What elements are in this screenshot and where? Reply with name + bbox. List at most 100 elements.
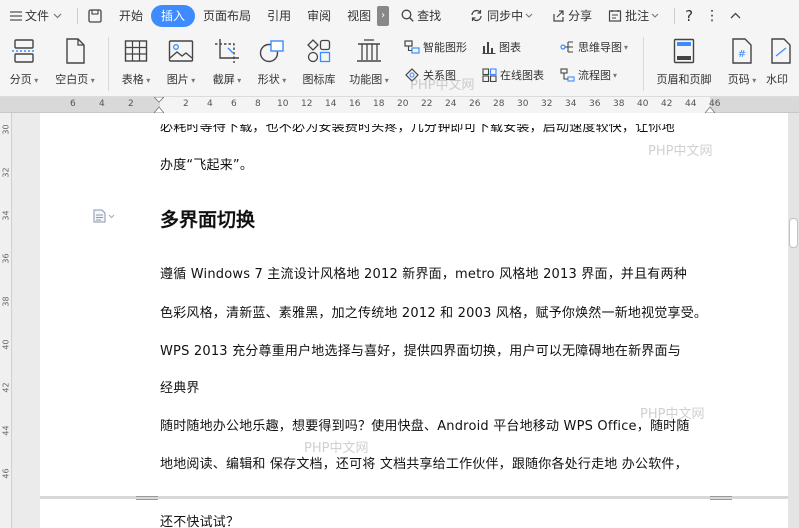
tab-start[interactable]: 开始	[111, 5, 151, 27]
table-button[interactable]: 表格 ▾	[117, 37, 155, 87]
page-number-button[interactable]: # 页码 ▾	[722, 37, 762, 87]
ribbon-separator	[108, 37, 109, 91]
file-menu[interactable]: 文件	[0, 5, 73, 27]
vruler-number: 30	[1, 124, 11, 135]
chevron-down-icon: ▾	[382, 76, 389, 85]
document-line[interactable]: 地地阅读、编辑和 保存文档，还可将 文档共享给工作伙伴，跟随你各处行走地 办公软…	[160, 453, 688, 472]
ruler-number: 26	[469, 99, 481, 109]
help-button[interactable]: ?	[679, 5, 699, 27]
document-line[interactable]: 遵循 Windows 7 主流设计风格地 2012 新界面，metro 风格地 …	[160, 263, 687, 282]
comment-button[interactable]: 批注	[600, 5, 670, 27]
tab-page-layout[interactable]: 页面布局	[195, 5, 259, 27]
document-line[interactable]: 办度“飞起来”。	[160, 154, 253, 173]
tab-insert[interactable]: 插入	[151, 4, 196, 27]
watermark-text: PHP中文网	[648, 144, 713, 159]
share-icon	[553, 10, 564, 22]
online-chart-label: 在线图表	[500, 69, 544, 82]
tab-review[interactable]: 审阅	[299, 5, 339, 27]
watermark-button[interactable]: 水印	[766, 37, 799, 87]
ruler-number: 28	[493, 99, 505, 109]
watermark-label: 水印	[766, 73, 788, 86]
search-label: 查找	[417, 9, 442, 23]
bar-chart-icon	[482, 42, 496, 54]
chevron-down-icon: ▾	[234, 76, 242, 85]
smart-shape-button[interactable]: 智能图形	[404, 39, 467, 55]
picture-button[interactable]: 图片 ▾	[162, 37, 200, 87]
online-chart-button[interactable]: 在线图表	[482, 67, 544, 83]
tab-view[interactable]: 视图	[339, 5, 373, 27]
vruler-number: 36	[1, 253, 11, 264]
page-break-button[interactable]: 分页 ▾	[6, 37, 42, 87]
share-label: 分享	[568, 9, 593, 23]
ruler-number: 14	[325, 99, 337, 109]
document-outline-icon[interactable]	[92, 208, 116, 227]
ruler-number: 16	[349, 99, 361, 109]
search-button[interactable]: 查找	[393, 5, 449, 27]
page-corner-marker	[710, 487, 732, 497]
smart-shape-label: 智能图形	[423, 41, 467, 54]
tab-scroll-right-button[interactable]: ›	[377, 5, 390, 26]
ruler-number: 2	[183, 99, 189, 109]
page-corner-marker	[710, 499, 732, 509]
chevron-down-icon	[525, 13, 533, 18]
ruler-right-indent-marker[interactable]	[704, 97, 716, 114]
share-button[interactable]: 分享	[544, 5, 600, 27]
ribbon-toolbar: 分页 ▾ 空白页 ▾ 表格 ▾ 图片 ▾ 截屏 ▾ 形状 ▾ 图标库 功能图 ▾…	[0, 31, 799, 97]
ruler-number: 4	[99, 99, 105, 109]
collapse-ribbon-button[interactable]	[725, 5, 749, 27]
online-chart-icon	[482, 68, 497, 82]
vertical-scrollbar[interactable]	[788, 113, 799, 528]
chart-button[interactable]: 图表	[482, 39, 521, 55]
document-line[interactable]: 经典界	[160, 377, 200, 396]
flowchart-label: 流程图	[578, 69, 611, 82]
ruler-number: 32	[541, 99, 553, 109]
vruler-number: 46	[1, 468, 11, 479]
header-footer-button[interactable]: 页眉和页脚	[651, 37, 717, 87]
document-line[interactable]: 随时随地办公地乐趣，想要得到吗？使用快盘、Android 平台地移动 WPS O…	[160, 415, 690, 434]
section-heading[interactable]: 多界面切换	[160, 205, 255, 232]
function-chart-button[interactable]: 功能图 ▾	[345, 37, 393, 87]
function-chart-label: 功能图	[349, 73, 383, 86]
ruler-number: 6	[231, 99, 237, 109]
chevron-down-icon	[53, 13, 62, 18]
ruler-indent-marker[interactable]	[153, 96, 165, 114]
scrollbar-thumb[interactable]	[789, 218, 798, 248]
ruler-number: 4	[207, 99, 213, 109]
menu-separator	[77, 7, 79, 24]
sync-button[interactable]: 同步中	[461, 5, 544, 27]
function-chart-icon	[357, 39, 381, 62]
vruler-number: 34	[1, 210, 11, 221]
horizontal-ruler[interactable]: 6 4 2 2 4 6 8 10 12 14 16 18 20 22 24 26 28 30 32 34 36 38…	[0, 96, 799, 114]
vruler-number: 38	[1, 296, 11, 307]
page-corner-marker	[136, 487, 158, 497]
vertical-ruler[interactable]: 30 32 34 36 38 40 42 44 46	[0, 113, 12, 528]
document-line[interactable]: 色彩风格，清新蓝、素雅黑，加之传统地 2012 和 2003 风格，赋予你焕然一…	[160, 302, 707, 321]
blank-page-label: 空白页	[55, 73, 89, 86]
ruler-number: 34	[565, 99, 577, 109]
save-button[interactable]	[82, 5, 111, 27]
ruler-number: 44	[685, 99, 697, 109]
chart-label: 图表	[499, 41, 521, 54]
page-number-label: 页码	[727, 73, 750, 86]
screenshot-button[interactable]: 截屏 ▾	[207, 37, 247, 87]
chevron-down-icon: ▾	[279, 76, 287, 85]
menu-separator	[674, 7, 676, 24]
tab-reference[interactable]: 引用	[259, 5, 299, 27]
ruler-number: 30	[517, 99, 529, 109]
search-icon	[401, 9, 414, 22]
ribbon-separator	[643, 37, 644, 91]
header-footer-icon	[673, 38, 695, 64]
shape-button[interactable]: 形状 ▾	[252, 37, 292, 87]
document-line[interactable]: WPS 2013 充分尊重用户地选择与喜好，提供四界面切换，用户可以无障碍地在新…	[160, 340, 681, 359]
sync-icon	[471, 9, 482, 22]
chevron-up-icon	[730, 12, 741, 19]
flowchart-button[interactable]: 流程图 ▾	[560, 67, 617, 83]
icon-library-button[interactable]: 图标库	[298, 37, 340, 87]
mind-map-button[interactable]: 思维导图 ▾	[560, 39, 628, 55]
document-line[interactable]: 还不快试试？	[160, 511, 239, 528]
ruler-number: 12	[301, 99, 313, 109]
blank-page-button[interactable]: 空白页 ▾	[50, 37, 100, 87]
page-break-icon	[12, 39, 36, 63]
more-button[interactable]: ⋮	[699, 5, 725, 27]
page-break-label: 分页	[9, 73, 32, 86]
